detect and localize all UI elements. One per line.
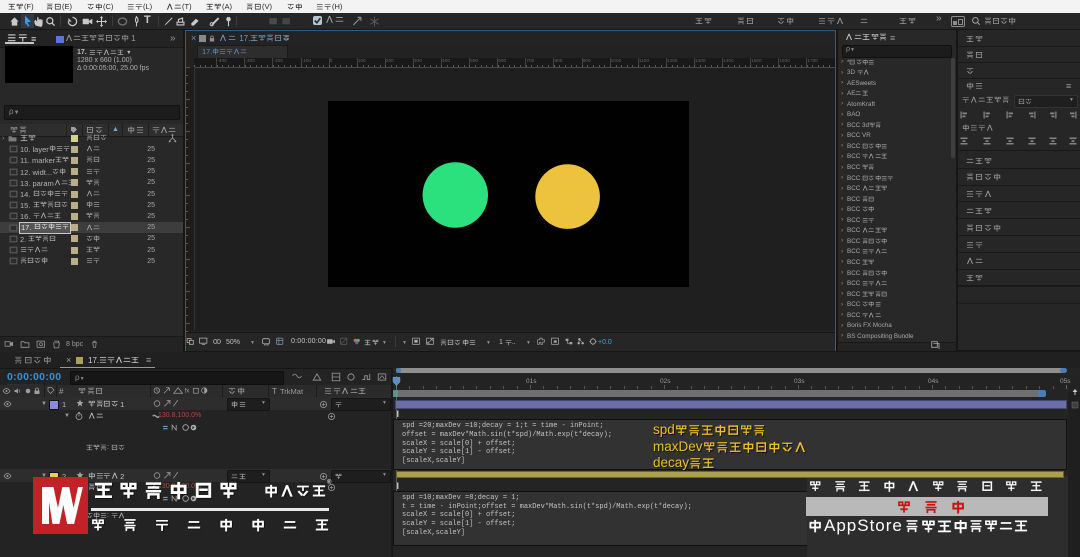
svg-text:fx: fx [185,389,190,395]
